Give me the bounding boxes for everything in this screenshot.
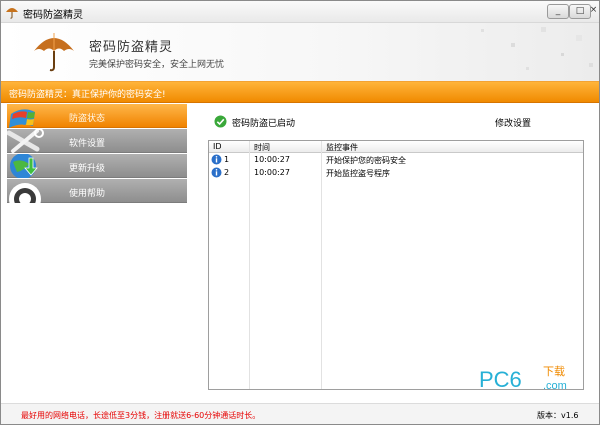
info-icon bbox=[211, 154, 222, 165]
minimize-button[interactable]: _ bbox=[547, 4, 569, 19]
column-header-id[interactable]: ID bbox=[213, 142, 222, 151]
check-ok-icon bbox=[214, 115, 227, 128]
maximize-button[interactable]: □ bbox=[569, 4, 591, 19]
watermark-tag: 下载 bbox=[543, 365, 565, 378]
table-header: ID 时间 监控事件 bbox=[209, 141, 583, 153]
table-row[interactable]: 1 10:00:27 开始保护您的密码安全 bbox=[209, 154, 583, 167]
window-title: 密码防盗精灵 bbox=[23, 10, 83, 21]
status-text: 密码防盗已启动 bbox=[232, 119, 296, 129]
modify-settings-link[interactable]: 修改设置 bbox=[495, 116, 531, 129]
update-globe-icon bbox=[10, 154, 38, 178]
app-name: 密码防盗精灵 bbox=[89, 40, 174, 55]
status-footer: 最好用的网络电话，长途低至3分钱，注册就送6-60分钟通话时长。 版本：v1.6 bbox=[1, 403, 599, 424]
header-banner: 密码防盗精灵 完美保护密码安全，安全上网无忧 bbox=[1, 23, 599, 81]
help-icon bbox=[9, 183, 41, 203]
event-log-table[interactable]: ID 时间 监控事件 1 10:00:27 开始保护您的密码安全 2 10:00… bbox=[208, 140, 584, 390]
windows-logo-icon bbox=[9, 109, 35, 128]
sidebar-nav: 防盗状态 软件设置 更新升级 使用帮助 bbox=[7, 104, 187, 401]
row-event: 开始保护您的密码安全 bbox=[326, 156, 406, 165]
tools-icon bbox=[7, 129, 44, 153]
app-window: 密码防盗精灵 _ □ × 密码防盗精灵 完美保护密码安全，安全上网无忧 密码防盗… bbox=[0, 0, 600, 425]
sidebar-item-help[interactable]: 使用帮助 bbox=[7, 179, 187, 203]
sidebar-item-status[interactable]: 防盗状态 bbox=[7, 104, 187, 128]
column-header-time[interactable]: 时间 bbox=[254, 142, 270, 153]
app-slogan: 完美保护密码安全，安全上网无忧 bbox=[89, 60, 225, 70]
row-time: 10:00:27 bbox=[254, 155, 290, 164]
sidebar-item-label: 更新升级 bbox=[69, 164, 106, 174]
sidebar-item-label: 防盗状态 bbox=[69, 114, 106, 124]
sidebar-item-label: 使用帮助 bbox=[69, 189, 106, 199]
promo-link[interactable]: 最好用的网络电话，长途低至3分钱，注册就送6-60分钟通话时长。 bbox=[21, 410, 260, 421]
sidebar-item-label: 软件设置 bbox=[69, 139, 106, 149]
table-row[interactable]: 2 10:00:27 开始监控盗号程序 bbox=[209, 167, 583, 180]
info-icon bbox=[211, 167, 222, 178]
sidebar-item-settings[interactable]: 软件设置 bbox=[7, 129, 187, 153]
notice-text: 密码防盗精灵：真正保护你的密码安全! bbox=[9, 90, 166, 100]
notice-bar: 密码防盗精灵：真正保护你的密码安全! bbox=[1, 81, 599, 103]
title-bar[interactable]: 密码防盗精灵 _ □ × bbox=[1, 1, 599, 23]
umbrella-app-icon bbox=[6, 8, 18, 19]
watermark-site: .com bbox=[543, 380, 567, 392]
close-button[interactable]: × bbox=[589, 4, 598, 19]
umbrella-logo-icon bbox=[34, 33, 74, 72]
sidebar-item-update[interactable]: 更新升级 bbox=[7, 154, 187, 178]
row-id: 2 bbox=[224, 168, 230, 177]
banner-decoration bbox=[481, 27, 593, 70]
row-event: 开始监控盗号程序 bbox=[326, 169, 390, 178]
column-header-event[interactable]: 监控事件 bbox=[326, 142, 358, 153]
version-label: 版本：v1.6 bbox=[537, 411, 579, 420]
row-time: 10:00:27 bbox=[254, 168, 290, 177]
pc6-watermark-logo: PC6 下载 .com bbox=[479, 365, 567, 392]
watermark-brand: PC6 bbox=[479, 367, 522, 392]
row-id: 1 bbox=[224, 155, 230, 164]
